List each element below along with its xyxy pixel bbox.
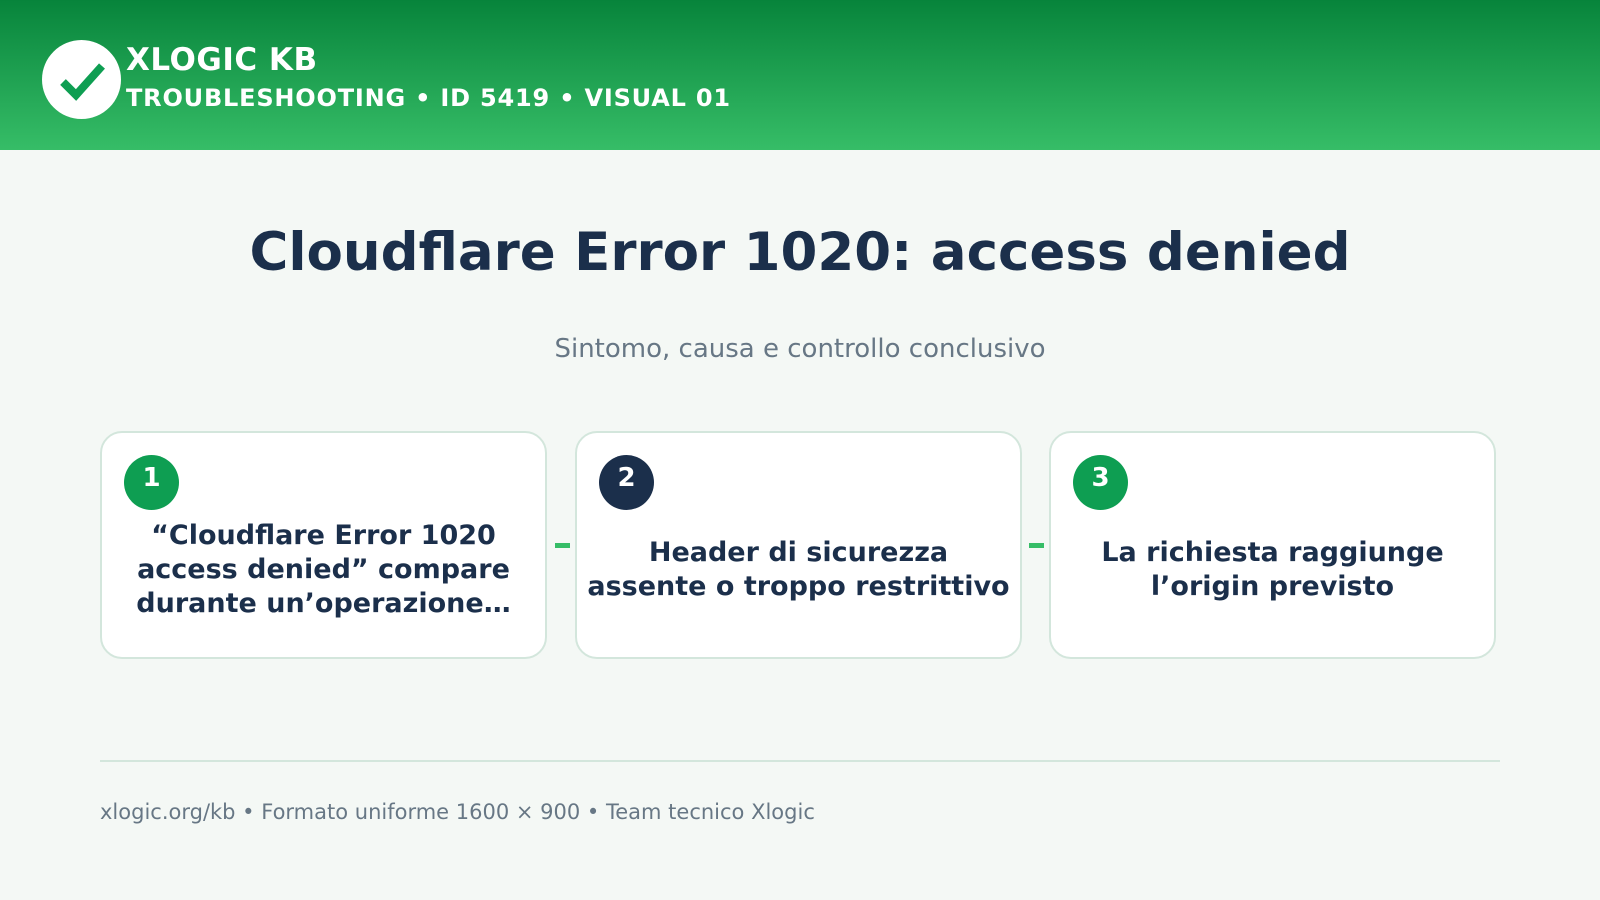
knowledge-base-visual: XLOGIC KB TROUBLESHOOTING • ID 5419 • VI… (0, 0, 1600, 900)
page-subtitle: Sintomo, causa e controllo conclusivo (554, 334, 1046, 364)
step-connector (1029, 543, 1044, 548)
logo (42, 40, 121, 119)
footer-text: xlogic.org/kb • Formato uniforme 1600 × … (100, 800, 815, 824)
step-connector (555, 543, 570, 548)
step-card-1: 1 “Cloudflare Error 1020 access denied” … (100, 431, 547, 659)
step-number-badge: 3 (1073, 455, 1128, 510)
header-banner: XLOGIC KB TROUBLESHOOTING • ID 5419 • VI… (0, 0, 1600, 150)
brand-subtitle: TROUBLESHOOTING • ID 5419 • VISUAL 01 (126, 84, 731, 112)
brand-name: XLOGIC KB (126, 42, 318, 78)
step-text: Header di sicurezza assente o troppo res… (587, 537, 1010, 602)
step-card-3: 3 La richiesta raggiunge l’origin previs… (1049, 431, 1496, 659)
step-card-2: 2 Header di sicurezza assente o troppo r… (575, 431, 1022, 659)
footer-divider (100, 760, 1500, 762)
step-text: La richiesta raggiunge l’origin previsto (1101, 537, 1444, 602)
step-number-badge: 1 (124, 455, 179, 510)
page-title: Cloudflare Error 1020: access denied (249, 222, 1351, 283)
step-text: “Cloudflare Error 1020 access denied” co… (136, 520, 511, 619)
step-number-badge: 2 (599, 455, 654, 510)
checkmark-icon (59, 62, 105, 101)
